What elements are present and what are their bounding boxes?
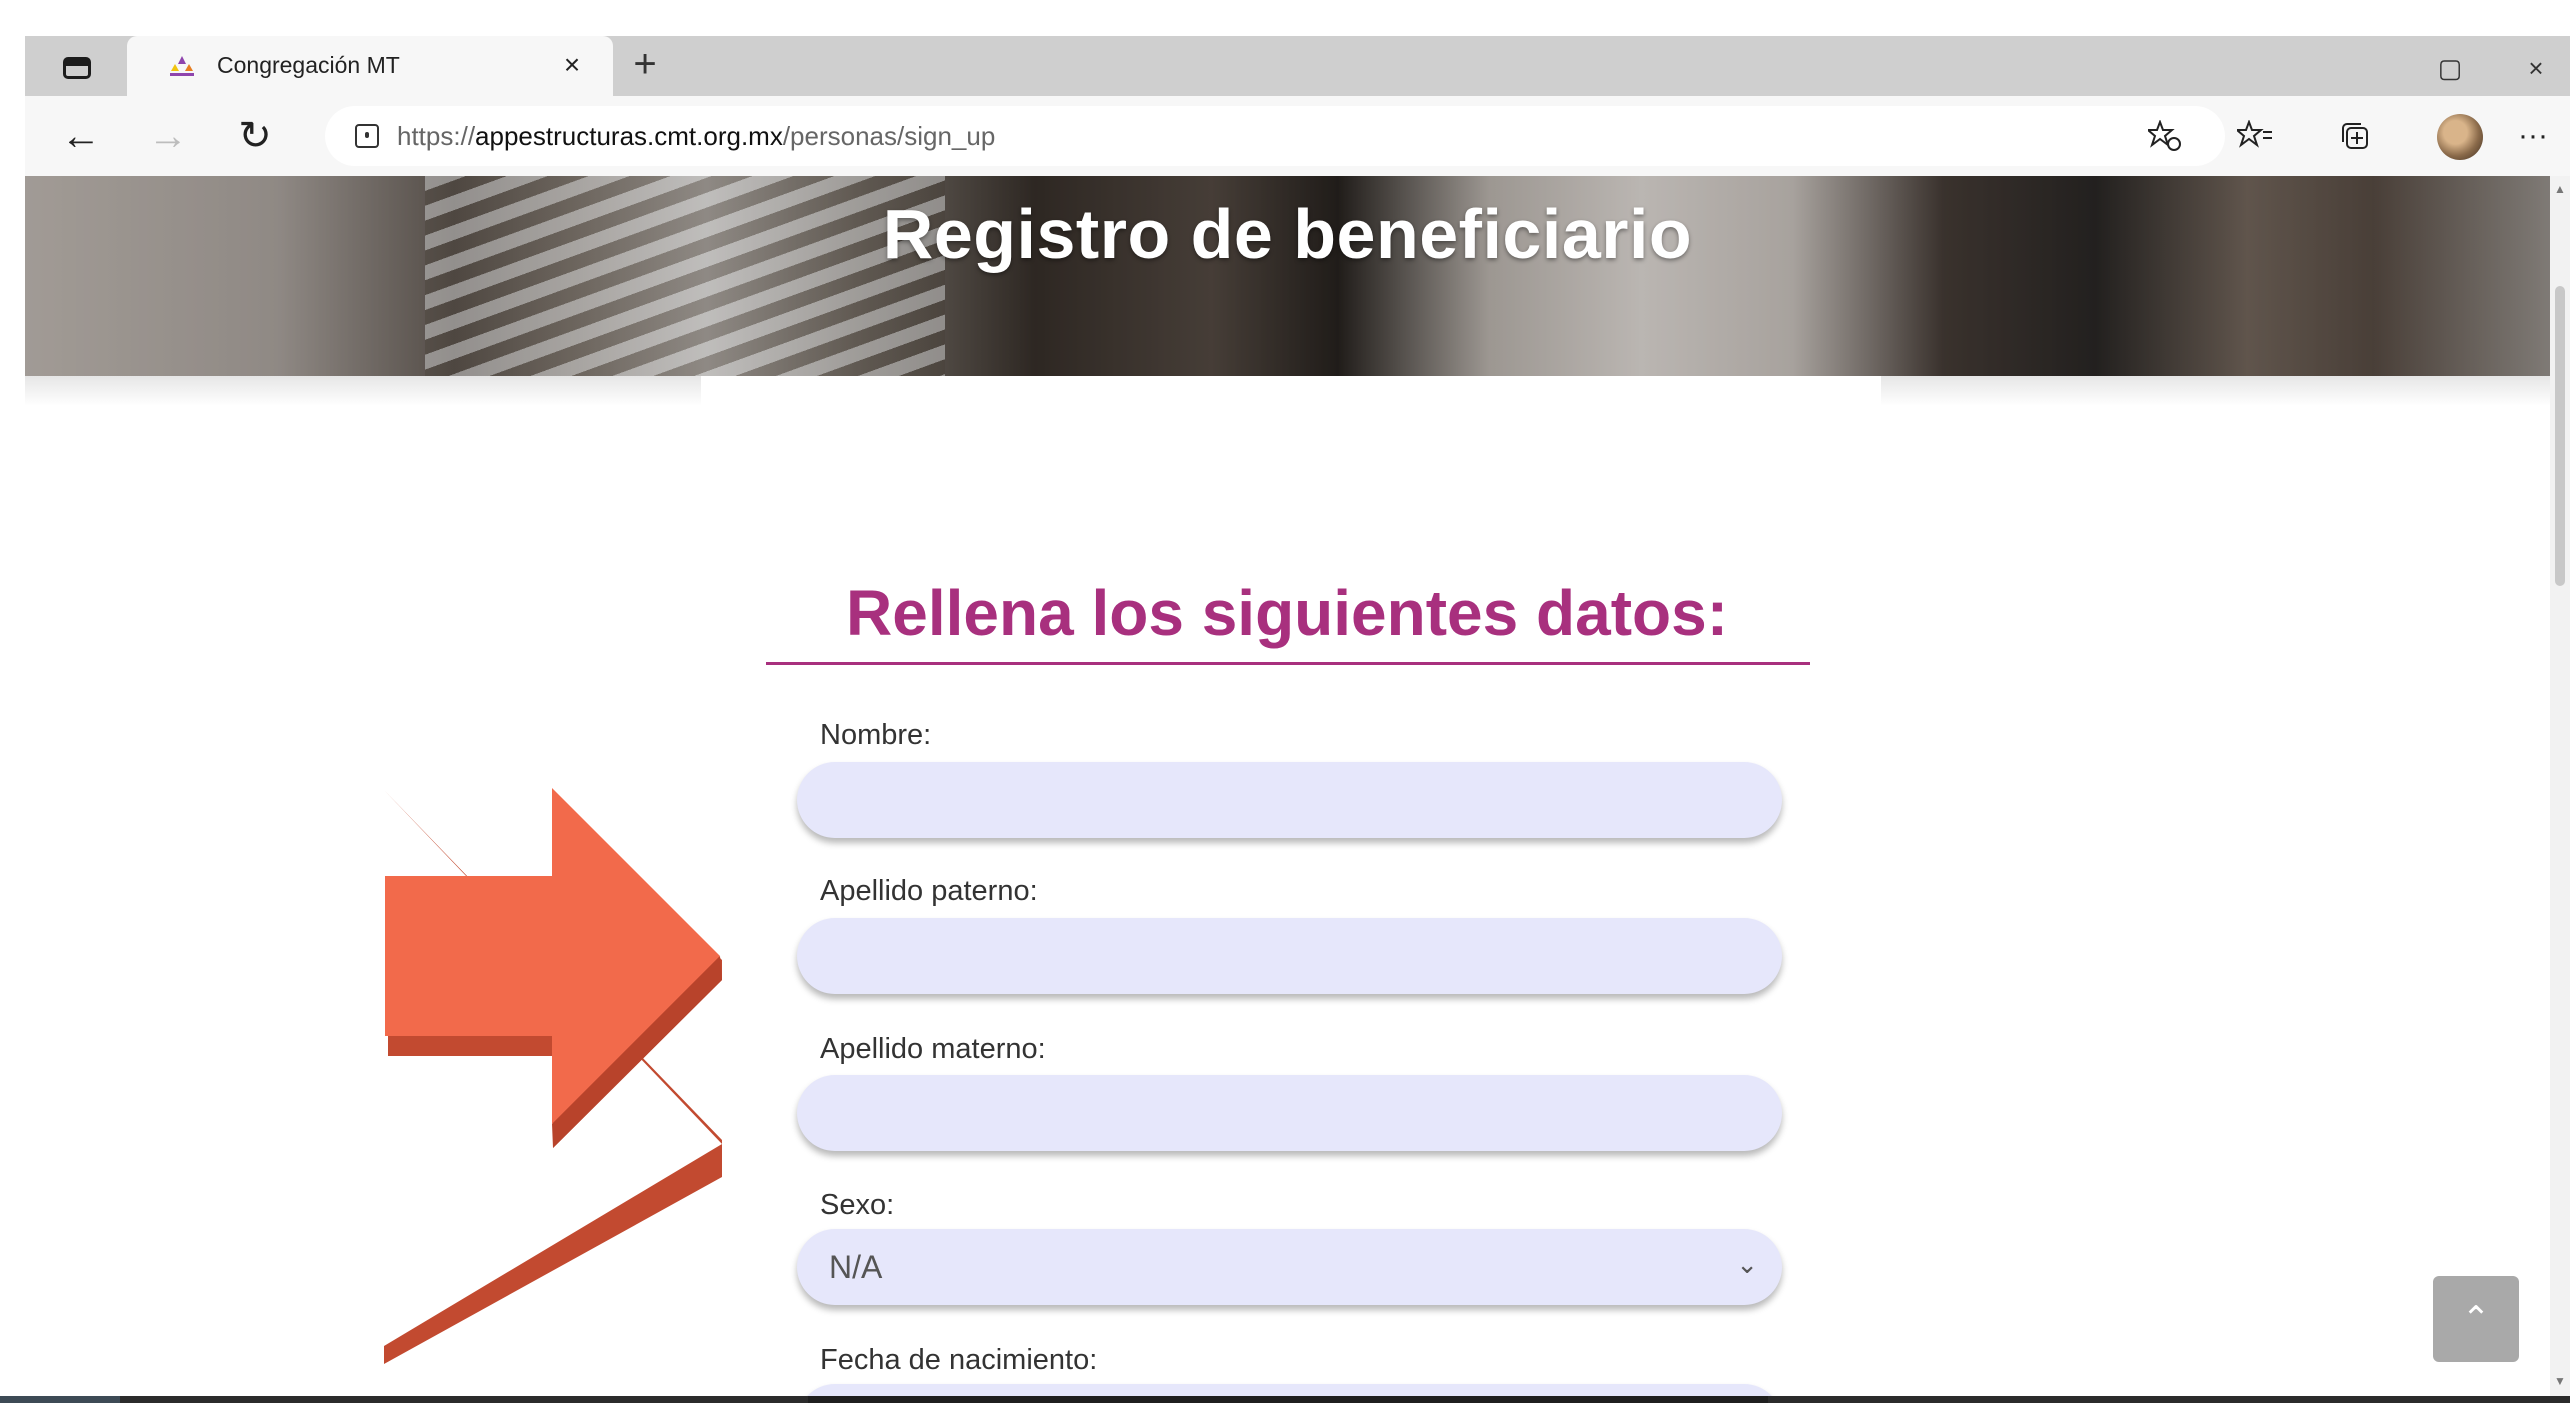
tab-title: Congregación MT [217, 52, 400, 78]
orange-arrow-icon [384, 788, 722, 1364]
tab-active[interactable]: Congregación MT × [127, 36, 613, 96]
apellido-paterno-label: Apellido paterno: [820, 875, 1038, 907]
read-aloud-icon[interactable] [2145, 116, 2185, 156]
chevron-down-icon: ⌄ [1736, 1249, 1758, 1279]
sexo-select[interactable]: N/A ⌄ [797, 1229, 1782, 1305]
close-window-icon[interactable]: × [2518, 50, 2554, 86]
avatar[interactable] [2437, 114, 2483, 160]
nombre-field[interactable] [797, 762, 1782, 838]
back-button[interactable]: ← [58, 114, 104, 160]
new-tab-button[interactable]: + [623, 44, 667, 88]
address-bar: ← → ↻ https://appestructuras.cmt.org.mx/… [25, 96, 2570, 176]
screen: Congregación MT × + ▢ × ← → ↻ https://ap… [0, 0, 2570, 1403]
apellido-paterno-field[interactable] [797, 918, 1782, 994]
apellido-materno-field[interactable] [797, 1075, 1782, 1151]
congregation-logo-icon [170, 56, 194, 76]
tab-sidebar-icon[interactable] [55, 48, 99, 88]
restore-window-icon[interactable]: ▢ [2432, 50, 2468, 86]
fecha-nacimiento-label: Fecha de nacimiento: [820, 1344, 1098, 1376]
more-menu-icon[interactable]: ··· [2513, 116, 2553, 156]
nombre-label: Nombre: [820, 719, 932, 751]
forward-button[interactable]: → [145, 114, 191, 160]
url-field[interactable]: https://appestructuras.cmt.org.mx/person… [325, 106, 2225, 166]
site-info-icon[interactable] [355, 124, 379, 148]
sexo-selected-value: N/A [829, 1249, 883, 1285]
web-page: Registro de beneficiario Rellena los sig… [25, 176, 2550, 1396]
taskbar-edge [0, 1396, 2570, 1403]
tab-close-icon[interactable]: × [555, 48, 589, 82]
sexo-label: Sexo: [820, 1189, 895, 1221]
scroll-to-top-button[interactable]: ⌃ [2433, 1276, 2519, 1362]
scroll-down-icon[interactable]: ▼ [2554, 1374, 2566, 1388]
refresh-button[interactable]: ↻ [232, 114, 278, 160]
form-title-underline [766, 662, 1810, 665]
form-title: Rellena los siguientes datos: [846, 577, 1728, 649]
url-text: https://appestructuras.cmt.org.mx/person… [397, 121, 996, 151]
page-scrollbar[interactable]: ▲ ▼ [2550, 176, 2570, 1396]
scrollbar-thumb[interactable] [2555, 286, 2565, 586]
favorites-icon[interactable] [2235, 116, 2275, 156]
collections-icon[interactable] [2335, 116, 2375, 156]
tab-bar: Congregación MT × + ▢ × [25, 36, 2570, 96]
scroll-up-icon[interactable]: ▲ [2554, 182, 2566, 196]
apellido-materno-label: Apellido materno: [820, 1033, 1046, 1065]
fecha-nacimiento-field[interactable] [797, 1384, 1782, 1396]
